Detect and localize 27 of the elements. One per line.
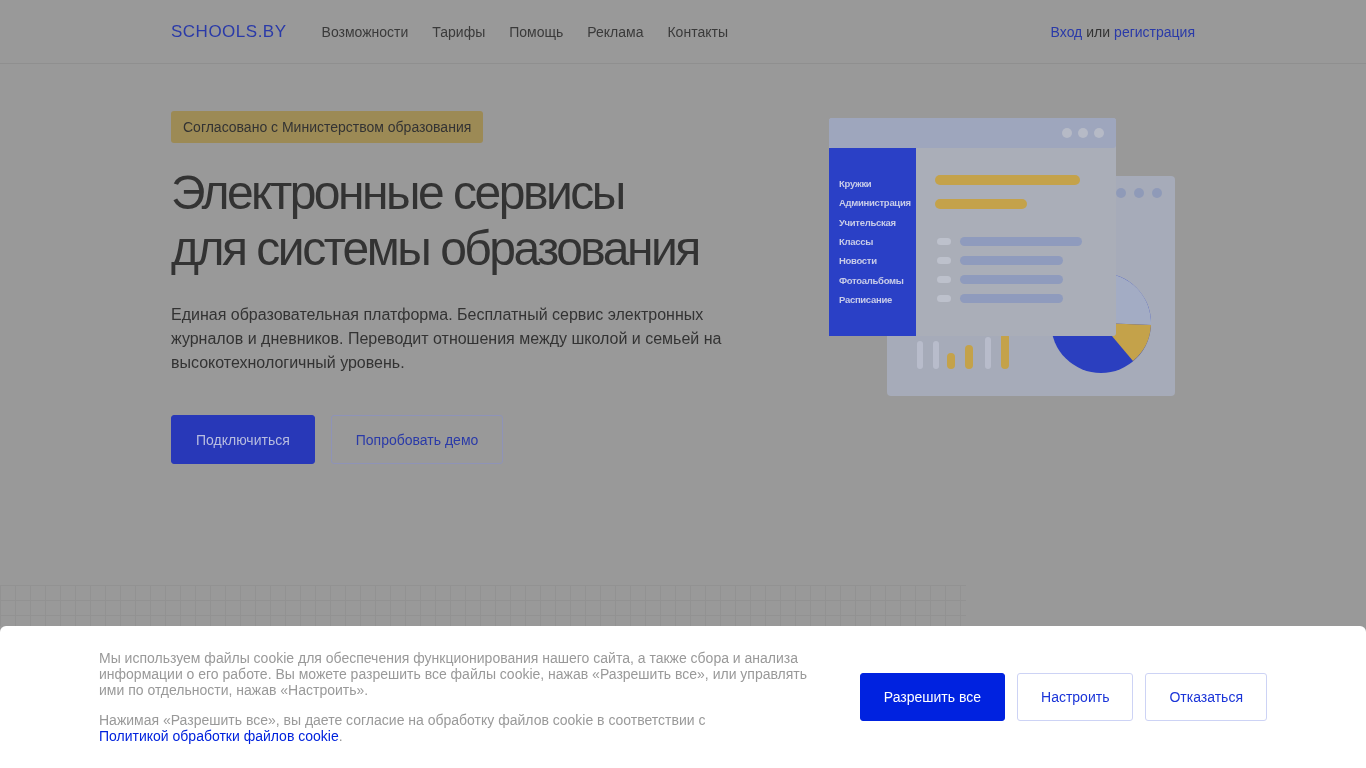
hero-button[interactable]: Подключиться bbox=[171, 415, 315, 464]
policy-link[interactable]: Политикой обработки файлов cookie bbox=[99, 728, 339, 744]
hero-description: Единая образовательная платформа. Бесплатный сервис электронных журналов и дневников. Переводит отношения между школой и семьей на высокотехнологичный уровень. bbox=[171, 305, 723, 373]
register-link[interactable]: регистрация bbox=[1114, 23, 1195, 40]
nav-link[interactable]: Возможности bbox=[321, 23, 409, 40]
menu-label: Новости bbox=[839, 255, 877, 267]
hero-title: Электронные сервисы для системы образования bbox=[171, 165, 699, 277]
menu-label: Кружки bbox=[839, 178, 872, 189]
hero-button[interactable]: Попробовать демо bbox=[330, 415, 504, 464]
cookie-button[interactable]: Отказаться bbox=[1145, 673, 1267, 721]
menu-label: Расписание bbox=[839, 293, 892, 305]
cookie-notice: Мы используем файлы cookie для обеспечения функционирования нашего сайта, а также сбора и анализа информации о его работе. Вы можете разрешить все файлы cookie, нажав «Разрешить все», или управлять ими по отдельности, нажав «Настроить». bbox=[99, 650, 809, 698]
login-link[interactable]: Вход bbox=[1050, 23, 1083, 40]
nav-link[interactable]: Реклама bbox=[587, 23, 644, 40]
menu-label: Фотоальбомы bbox=[839, 274, 904, 286]
or-text: или bbox=[1086, 23, 1111, 40]
logo[interactable]: SCHOOLS.BY bbox=[171, 21, 287, 42]
consent-notice: Нажимая «Разрешить все», вы даете согласие на обработку файлов cookie в соответствии с Политикой обработки файлов cookie. bbox=[99, 712, 707, 744]
nav-link[interactable]: Тарифы bbox=[432, 23, 486, 40]
nav-link[interactable]: Контакты bbox=[667, 23, 728, 40]
menu-label: Администрация bbox=[839, 197, 911, 209]
menu-label: Классы bbox=[839, 235, 873, 247]
nav-link[interactable]: Помощь bbox=[509, 23, 564, 40]
cookie-button[interactable]: Настроить bbox=[1017, 673, 1134, 721]
menu-label: Учительская bbox=[839, 216, 896, 228]
approval-badge: Согласовано с Министерством образования bbox=[171, 111, 484, 143]
cookie-button[interactable]: Разрешить все bbox=[859, 673, 1005, 721]
